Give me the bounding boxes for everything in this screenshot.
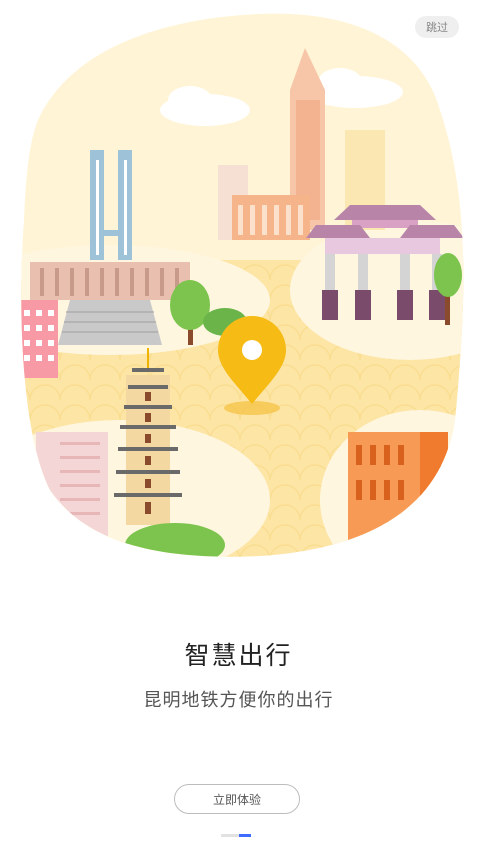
onboarding-title: 智慧出行 (184, 641, 293, 670)
pink-apartment (21, 300, 58, 378)
orange-building-lower (348, 432, 448, 542)
orange-office-building (232, 195, 310, 240)
page-indicator-dot-active (239, 834, 251, 837)
pink-building-lower (36, 432, 108, 542)
onboarding-illustration (21, 13, 464, 557)
start-experience-button[interactable]: 立即体验 (174, 784, 300, 814)
onboarding-subtitle: 昆明地铁方便你的出行 (143, 690, 334, 711)
page-indicator (221, 834, 251, 837)
page-indicator-dot (221, 834, 239, 837)
skip-button[interactable]: 跳过 (415, 16, 459, 38)
